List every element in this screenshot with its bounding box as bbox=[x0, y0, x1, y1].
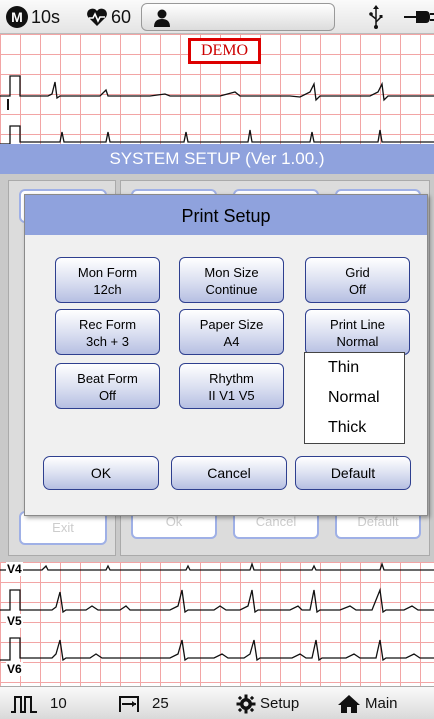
option-label: Grid bbox=[345, 265, 370, 280]
option-label: Print Line bbox=[330, 317, 385, 332]
ok-button[interactable]: OK bbox=[43, 456, 159, 490]
dropdown-option-thick[interactable]: Thick bbox=[305, 413, 404, 443]
filter-icon bbox=[11, 696, 37, 714]
lead-label-v5: V5 bbox=[6, 614, 23, 628]
option-value: 3ch + 3 bbox=[85, 334, 129, 349]
mon-size-button[interactable]: Mon Size Continue bbox=[179, 257, 284, 303]
option-value: Off bbox=[348, 282, 367, 297]
option-label: Paper Size bbox=[199, 317, 264, 332]
option-value: 12ch bbox=[93, 282, 122, 297]
option-value: II V1 V5 bbox=[208, 388, 255, 403]
option-value: A4 bbox=[223, 334, 240, 349]
mon-form-button[interactable]: Mon Form 12ch bbox=[55, 257, 160, 303]
ecg-waveform-lower: V4 V5 V6 bbox=[0, 562, 434, 686]
option-value: Continue bbox=[205, 282, 258, 297]
user-icon bbox=[152, 8, 172, 33]
beat-form-button[interactable]: Beat Form Off bbox=[55, 363, 160, 409]
speed-value: 25 bbox=[152, 695, 169, 712]
option-value: Off bbox=[98, 388, 117, 403]
paper-size-button[interactable]: Paper Size A4 bbox=[179, 309, 284, 355]
cancel-button[interactable]: Cancel bbox=[171, 456, 287, 490]
option-label: Rhythm bbox=[209, 371, 254, 386]
gear-icon bbox=[236, 694, 256, 714]
grid-button[interactable]: Grid Off bbox=[305, 257, 410, 303]
home-icon bbox=[338, 695, 360, 714]
main-button[interactable]: Main bbox=[337, 693, 398, 715]
heart-rate-icon bbox=[86, 8, 108, 32]
power-plug-icon bbox=[404, 9, 434, 30]
default-button[interactable]: Default bbox=[295, 456, 411, 490]
status-bar: M 10s 60 bbox=[0, 0, 434, 34]
option-value: Normal bbox=[336, 334, 379, 349]
option-label: Beat Form bbox=[77, 371, 138, 386]
heart-rate-value: 60 bbox=[111, 7, 132, 27]
paper-speed-icon bbox=[119, 696, 139, 713]
usb-icon bbox=[368, 5, 384, 34]
rec-form-button[interactable]: Rec Form 3ch + 3 bbox=[55, 309, 160, 355]
setup-label: Setup bbox=[260, 695, 300, 712]
filter-value: 10 bbox=[50, 695, 67, 712]
bottom-bar: 10 25 Setup Main bbox=[0, 686, 434, 719]
main-label: Main bbox=[365, 695, 398, 712]
system-setup-title: SYSTEM SETUP (Ver 1.00.) bbox=[0, 144, 434, 174]
dropdown-option-thin[interactable]: Thin bbox=[305, 353, 404, 383]
filter-button[interactable]: 10 bbox=[10, 693, 67, 715]
speed-button[interactable]: 25 bbox=[118, 693, 169, 715]
setup-button[interactable]: Setup bbox=[236, 693, 299, 715]
rhythm-button[interactable]: Rhythm II V1 V5 bbox=[179, 363, 284, 409]
patient-info-button[interactable] bbox=[141, 3, 335, 31]
mode-badge-icon: M bbox=[6, 6, 28, 28]
print-setup-title: Print Setup bbox=[25, 195, 427, 235]
dropdown-option-normal[interactable]: Normal bbox=[305, 383, 404, 413]
time-readout: 10s bbox=[31, 7, 61, 27]
lead-label-v4: V4 bbox=[6, 562, 23, 576]
option-label: Mon Size bbox=[204, 265, 259, 280]
option-label: Mon Form bbox=[77, 265, 138, 280]
demo-label: DEMO bbox=[188, 38, 261, 64]
lead-label-v6: V6 bbox=[6, 662, 23, 676]
exit-button[interactable]: Exit bbox=[19, 511, 107, 545]
print-line-dropdown: Thin Normal Thick bbox=[304, 352, 405, 444]
option-label: Rec Form bbox=[78, 317, 137, 332]
print-line-button[interactable]: Print Line Normal bbox=[305, 309, 410, 355]
